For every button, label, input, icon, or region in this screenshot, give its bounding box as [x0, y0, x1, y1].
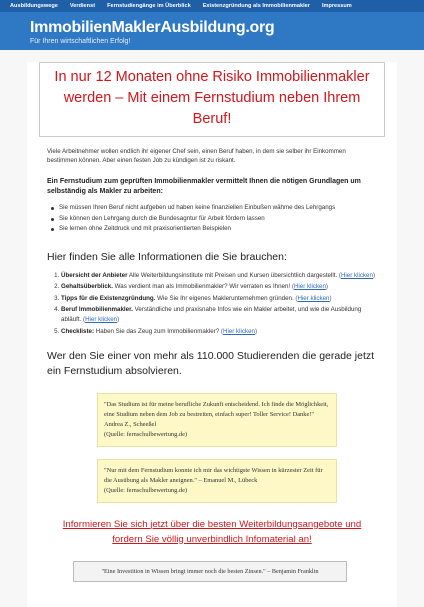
quote-text: "Das Studium ist für meine berufliche Zu… — [104, 400, 329, 428]
list-item: Sie können den Lehrgang durch die Bundes… — [47, 214, 377, 225]
nav-item-impressum[interactable]: Impressum — [316, 3, 358, 9]
top-navigation: Ausbildungswege Verdienst Fernstudiengän… — [0, 0, 424, 12]
benefits-list: Sie müssen Ihren Beruf nicht aufgeben ud… — [47, 203, 377, 235]
headline-box: In nur 12 Monaten ohne Risiko Immobilien… — [39, 62, 385, 137]
nav-item-existenzgruendung[interactable]: Existenzgründung als Immobilienmakler — [197, 3, 316, 9]
testimonial-quote: "Das Studium ist für meine berufliche Zu… — [97, 392, 337, 447]
quote-source: (Quelle: fernschulbewertung.de) — [104, 430, 188, 438]
info-item-text: Haben Sie das Zeug zum Immobilienmakler? — [94, 327, 221, 335]
info-heading: Hier finden Sie alle Informationen die S… — [47, 250, 287, 263]
site-tagline: Für Ihren wirtschaftlichen Erfolg! — [30, 38, 131, 45]
site-title[interactable]: ImmobilienMaklerAusbildung.org — [30, 20, 394, 36]
list-item: Tipps für die Existenzgründung. Wie Sie … — [61, 294, 377, 304]
nav-item-verdienst[interactable]: Verdienst — [64, 3, 101, 9]
info-list: Übersicht der Anbieter Alle Weiterbildun… — [47, 271, 377, 337]
cta-link[interactable]: Informieren Sie sich jetzt über die best… — [47, 517, 377, 547]
list-item: Beruf Immobilienmakler. Verständliche un… — [61, 305, 377, 325]
site-header: ImmobilienMaklerAusbildung.org Für Ihren… — [0, 12, 424, 50]
franklin-quote: "Eine Investition in Wissen bringt immer… — [73, 560, 347, 582]
hier-klicken-link[interactable]: Hier klicken — [223, 328, 255, 335]
hier-klicken-link[interactable]: Hier klicken — [341, 272, 373, 279]
list-item: Sie lernen ohne Zeitdruck und mit praxis… — [47, 224, 377, 235]
quote-source: (Quelle: fernschulbewertung.de) — [104, 486, 188, 494]
info-item-title: Beruf Immobilienmakler. — [61, 306, 133, 313]
info-item-title: Checkliste: — [61, 327, 95, 335]
info-item-text: Was verdient man als Immobilienmakler? W… — [112, 283, 292, 290]
hier-klicken-link[interactable]: Hier klicken — [297, 295, 329, 302]
info-item-text: Wie Sie Ihr eigenes Maklerunternehmen gr… — [155, 294, 296, 302]
page-headline: In nur 12 Monaten ohne Risiko Immobilien… — [54, 69, 370, 127]
intro-text: Viele Arbeitnehmer wollen endlich ihr ei… — [47, 148, 346, 164]
list-item: Checkliste: Haben Sie das Zeug zum Immob… — [61, 327, 377, 337]
hier-klicken-link[interactable]: Hier klicken — [85, 316, 117, 323]
info-item-title: Tipps für die Existenzgründung. — [61, 294, 156, 302]
content-area: In nur 12 Monaten ohne Risiko Immobilien… — [27, 62, 397, 607]
nav-item-ausbildungswege[interactable]: Ausbildungswege — [4, 3, 64, 9]
bold-intro-text: Ein Fernstudium zum geprüften Immobilien… — [47, 178, 361, 195]
hier-klicken-link[interactable]: Hier klicken — [294, 283, 326, 290]
testimonial-quote: "Nur mit dem Fernstudium konnte ich mir … — [97, 458, 337, 503]
quote-text: "Nur mit dem Fernstudium konnte ich mir … — [104, 466, 323, 484]
info-item-title: Übersicht der Anbieter — [61, 271, 128, 279]
list-item: Gehaltsüberblick. Was verdient man als I… — [61, 282, 377, 292]
list-item: Übersicht der Anbieter Alle Weiterbildun… — [61, 271, 377, 281]
student-statement: Wer den Sie einer von mehr als 110.000 S… — [47, 349, 375, 377]
info-item-text: Alle Weiterbildungsinstitute mit Preisen… — [127, 271, 339, 279]
info-item-title: Gehaltsüberblick. — [61, 283, 113, 290]
nav-item-fernstudiengaenge[interactable]: Fernstudiengänge im Überblick — [101, 3, 197, 9]
list-item: Sie müssen Ihren Beruf nicht aufgeben ud… — [47, 203, 377, 214]
